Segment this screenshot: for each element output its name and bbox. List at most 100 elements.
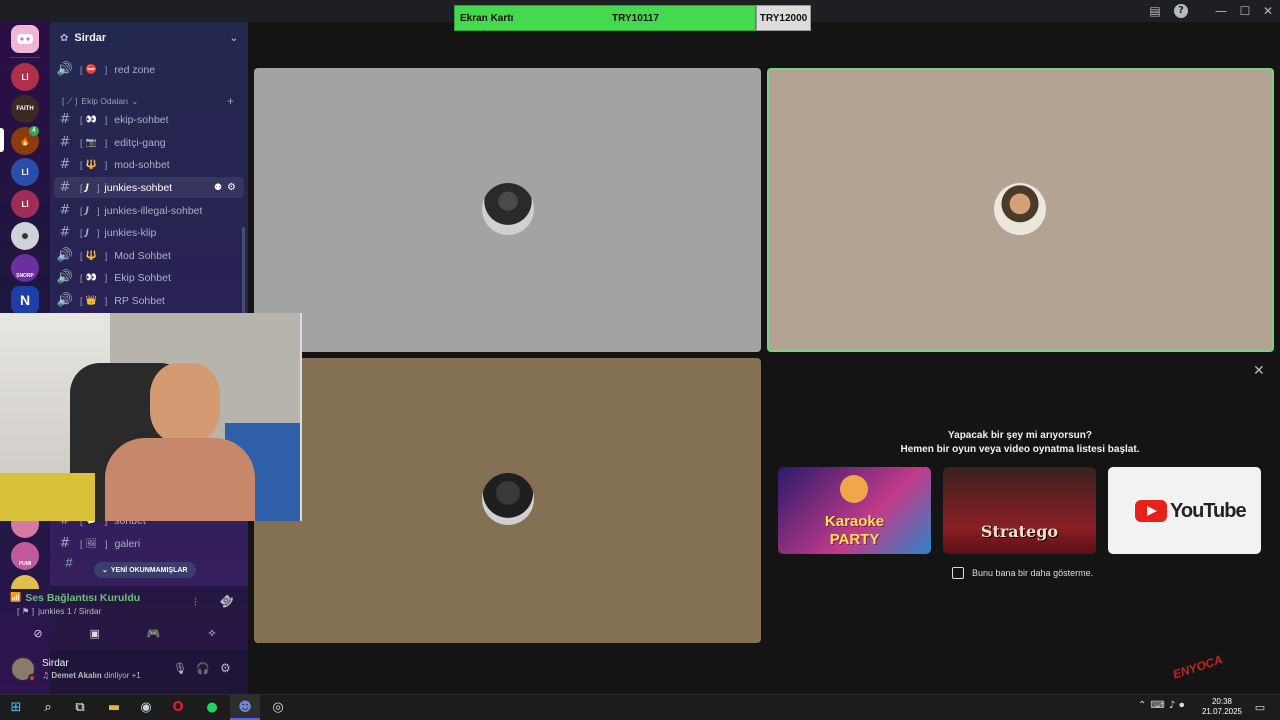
channel-emoji: 🔱 bbox=[85, 250, 97, 261]
participant-tile-1[interactable] bbox=[254, 68, 761, 352]
voice-status-panel: 📶 Ses Bağlantısı Kuruldu [ ⚑ ] junkies 1 … bbox=[10, 586, 248, 650]
channel-ekip-sohbet-voice[interactable]: 🔊[👀] Ekip Sohbet bbox=[54, 267, 244, 288]
server-snorp-icon[interactable]: SNORP bbox=[11, 254, 39, 282]
server-wolf-icon[interactable]: ✺ bbox=[11, 222, 39, 250]
voice-channel-path[interactable]: [ ⚑ ] junkies 1 / Sirdar bbox=[17, 606, 101, 617]
screen-share-icon[interactable]: ▣ bbox=[90, 627, 100, 640]
participant-tile-3[interactable] bbox=[254, 358, 761, 643]
speaker-icon: 🔊 bbox=[56, 293, 74, 308]
music-note-icon: ♫ bbox=[42, 671, 50, 680]
server-li-1-icon[interactable]: Lİ bbox=[11, 63, 39, 91]
help-icon[interactable]: ? bbox=[1174, 4, 1188, 18]
minimize-button[interactable]: — bbox=[1212, 3, 1230, 19]
discord-home-icon[interactable] bbox=[11, 25, 39, 53]
discord-icon[interactable]: ☻ bbox=[235, 698, 255, 718]
channel-mod-sohbet-voice[interactable]: 🔊[🔱] Mod Sohbet bbox=[54, 245, 244, 266]
volume-icon[interactable]: ♪ bbox=[1169, 700, 1179, 711]
category-chevron-icon: ⌄ bbox=[131, 95, 139, 106]
channel-label: junkies-illegal-sohbet bbox=[104, 204, 203, 217]
close-icon[interactable]: ✕ bbox=[1253, 363, 1265, 379]
hashtag-icon: # bbox=[59, 157, 71, 172]
channel-rp-sohbet[interactable]: 🔊[👑] RP Sohbet bbox=[54, 290, 244, 311]
participant-avatar-1 bbox=[482, 183, 534, 235]
karaoke-party-card[interactable]: Karaoke PARTY bbox=[778, 467, 931, 554]
listening-status[interactable]: ♫ Demet Akalın dinliyor +1 bbox=[42, 671, 141, 680]
unread-pill[interactable]: ⌄ YENİ OKUNMAMIŞLAR bbox=[94, 562, 196, 578]
network-icon[interactable]: ⌨ bbox=[1150, 700, 1168, 711]
search-icon[interactable]: ⌕ bbox=[38, 698, 58, 718]
speaker-icon: 🔊 bbox=[56, 62, 74, 77]
voice-connection-status[interactable]: 📶 Ses Bağlantısı Kuruldu bbox=[10, 592, 140, 604]
task-view-icon[interactable]: ⧉ bbox=[70, 698, 90, 718]
mic-tray-icon[interactable]: ⏺ bbox=[1179, 700, 1188, 711]
server-name: Sirdar bbox=[74, 32, 107, 44]
steam-icon[interactable]: ◉ bbox=[136, 698, 156, 718]
noise-suppression-icon[interactable]: ⫶ bbox=[194, 596, 197, 610]
checkbox[interactable] bbox=[952, 567, 964, 579]
donation-label: Ekran Kartı bbox=[460, 12, 514, 24]
category-ekip-odalari[interactable]: [ ⟋ ] Ekip Odaları ⌄ + bbox=[62, 94, 242, 108]
notifications-icon[interactable]: ▭ bbox=[1250, 698, 1270, 718]
stratego-title: Stratego bbox=[980, 522, 1059, 541]
voice-status-text: Ses Bağlantısı Kuruldu bbox=[25, 592, 141, 604]
channel-label: junkies-klip bbox=[104, 226, 157, 239]
listening-artist: Demet Akalın bbox=[51, 671, 102, 680]
spotify-icon[interactable]: ● bbox=[202, 698, 222, 718]
server-yellow-icon[interactable] bbox=[11, 575, 39, 589]
server-faith-icon[interactable]: FAITH bbox=[11, 95, 39, 123]
maximize-button[interactable]: ☐ bbox=[1236, 3, 1254, 19]
participant-avatar-3 bbox=[482, 473, 534, 525]
participant-tile-2-speaking[interactable] bbox=[767, 68, 1274, 352]
clock-date: 21.07.2025 bbox=[1201, 707, 1243, 716]
obs-icon[interactable]: ◎ bbox=[268, 698, 288, 718]
channel-emoji: 🖼 bbox=[85, 538, 97, 549]
server-header[interactable]: ✿ Sirdar ⌄ bbox=[50, 22, 248, 54]
close-window-button[interactable]: ✕ bbox=[1259, 3, 1277, 19]
server-n-icon[interactable]: N bbox=[11, 286, 39, 314]
channel-junkies-klip[interactable]: #[J] junkies-klip bbox=[54, 222, 244, 243]
tray-chevron-icon[interactable]: ⌃ bbox=[1138, 700, 1150, 711]
channel-galeri[interactable]: #[🖼] galeri bbox=[54, 533, 244, 554]
channel-label: Ekip Sohbet bbox=[114, 271, 171, 284]
camera-off-icon[interactable]: ⊘ bbox=[33, 627, 42, 640]
invite-icon[interactable]: ⚉ bbox=[214, 183, 222, 193]
gear-icon[interactable]: ⚙ bbox=[227, 182, 236, 193]
webcam-flag bbox=[0, 473, 95, 521]
system-tray[interactable]: ⌃⌨♪⏺ bbox=[1138, 700, 1188, 711]
channel-label: editçi-gang bbox=[114, 136, 166, 149]
headphones-icon[interactable]: 🎧 bbox=[196, 662, 210, 675]
clock[interactable]: 20:38 21.07.2025 bbox=[1200, 697, 1244, 717]
channel-emoji: ⛔ bbox=[85, 64, 97, 75]
checkbox-label: Bunu bana bir daha gösterme. bbox=[972, 568, 1094, 578]
channel-red-zone[interactable]: 🔊[⛔] red zone bbox=[54, 59, 244, 80]
settings-gear-icon[interactable]: ⚙ bbox=[220, 661, 231, 675]
channel-emoji: J bbox=[85, 205, 89, 216]
channel-emoji: 👀 bbox=[85, 272, 97, 283]
chevron-down-icon[interactable]: ⌄ bbox=[230, 33, 238, 44]
server-pumi-icon[interactable]: PUMI bbox=[11, 542, 39, 570]
file-explorer-icon[interactable]: ▬ bbox=[104, 698, 124, 718]
dont-show-again[interactable]: Bunu bana bir daha gösterme. bbox=[952, 567, 1093, 579]
server-li-2-icon[interactable]: Lİ bbox=[11, 158, 39, 186]
webcam-person-body bbox=[105, 438, 255, 521]
channel-editci-gang[interactable]: #[📷] editçi-gang bbox=[54, 132, 244, 153]
channel-label: mod-sohbet bbox=[114, 158, 170, 171]
channel-ekip-sohbet[interactable]: #[👀] ekip-sohbet bbox=[54, 109, 244, 130]
youtube-card[interactable]: YouTube bbox=[1108, 467, 1261, 554]
channel-mod-sohbet[interactable]: #[🔱] mod-sohbet bbox=[54, 154, 244, 175]
start-icon[interactable]: ⊞ bbox=[6, 698, 26, 718]
channel-label: Mod Sohbet bbox=[114, 249, 171, 262]
opera-icon[interactable]: O bbox=[168, 698, 188, 718]
hashtag-icon: # bbox=[59, 536, 71, 551]
stratego-card[interactable]: Stratego bbox=[943, 467, 1096, 554]
soundboard-icon[interactable]: ✧ bbox=[207, 627, 216, 640]
server-li-3-icon[interactable]: Lİ bbox=[11, 190, 39, 218]
activity-icon[interactable]: 🎮 bbox=[147, 627, 161, 640]
add-channel-icon[interactable]: + bbox=[227, 94, 234, 108]
channel-label: ekip-sohbet bbox=[114, 113, 169, 126]
inbox-icon[interactable]: ▤ bbox=[1146, 3, 1164, 19]
microphone-icon[interactable]: 🎙 bbox=[173, 662, 187, 675]
channel-junkies-sohbet[interactable]: #[J] junkies-sohbet ⚉ ⚙ bbox=[54, 177, 244, 198]
disconnect-icon[interactable]: ☎ bbox=[216, 591, 236, 611]
channel-junkies-illegal-sohbet[interactable]: #[J] junkies-illegal-sohbet bbox=[54, 200, 244, 221]
